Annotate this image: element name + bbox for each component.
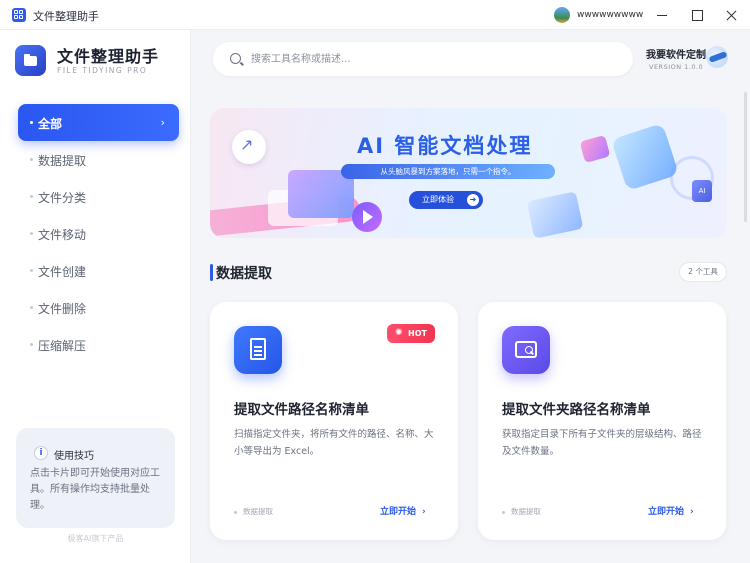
card-decoration <box>526 191 584 238</box>
card-title: 提取文件路径名称清单 <box>234 402 369 418</box>
tool-card-file-list[interactable]: ✺ HOT 提取文件路径名称清单 扫描指定文件夹，将所有文件的路径、名称、大小等… <box>210 302 458 540</box>
scrollbar[interactable] <box>744 92 747 222</box>
folder-search-icon <box>502 326 550 374</box>
user-name[interactable]: wwwwwwwww <box>577 10 643 20</box>
card-description: 获取指定目录下所有子文件夹的层级结构、路径及文件数量。 <box>502 429 702 457</box>
ai-badge-icon: AI <box>692 180 712 202</box>
bullet-icon <box>30 158 33 161</box>
nav-item-file-move[interactable]: 文件移动 <box>18 215 179 252</box>
version-label: VERSION 1.0.0 <box>649 63 704 71</box>
chevron-right-icon: › <box>160 116 165 129</box>
try-now-label: 立即体验 <box>422 195 454 204</box>
brand-name: 文件整理助手 <box>57 47 160 66</box>
bullet-icon <box>30 232 33 235</box>
bullet-icon <box>30 195 33 198</box>
document-icon <box>234 326 282 374</box>
user-avatar[interactable] <box>554 7 570 23</box>
trend-chart-icon <box>232 130 266 164</box>
hot-badge: ✺ HOT <box>387 324 435 343</box>
brand-logo-icon <box>15 45 46 76</box>
maximize-button[interactable] <box>678 0 716 30</box>
nav-item-label: 文件创建 <box>38 265 87 279</box>
nav-item-label: 文件移动 <box>38 228 87 242</box>
nav-item-file-classify[interactable]: 文件分类 <box>18 178 179 215</box>
arrow-right-icon: ➜ <box>467 194 479 206</box>
sparkle-icon: ✺ <box>395 328 403 338</box>
nav-item-label: 文件分类 <box>38 191 87 205</box>
bullet-icon <box>30 343 33 346</box>
bullet-icon <box>30 306 33 309</box>
tool-count-badge: 2 个工具 <box>679 262 727 282</box>
nav-item-label: 文件删除 <box>38 302 87 316</box>
close-button[interactable] <box>712 0 750 30</box>
tips-title: 使用技巧 <box>54 451 94 462</box>
tool-card-folder-list[interactable]: 提取文件夹路径名称清单 获取指定目录下所有子文件夹的层级结构、路径及文件数量。 … <box>478 302 726 540</box>
start-button[interactable]: 立即开始 › <box>648 504 694 517</box>
search-icon <box>230 53 241 64</box>
banner-subtitle: 从头脑风暴到方案落地，只需一个指令。 <box>341 164 555 179</box>
custom-software-link[interactable]: 我要软件定制 <box>646 46 706 61</box>
tips-panel: i 使用技巧 点击卡片即可开始使用对应工具。所有操作均支持批量处理。 <box>16 428 175 528</box>
title-bar: 文件整理助手 wwwwwwwww <box>0 0 750 30</box>
card-description: 扫描指定文件夹，将所有文件的路径、名称、大小等导出为 Excel。 <box>234 429 434 457</box>
app-icon <box>12 8 26 22</box>
start-button[interactable]: 立即开始 › <box>380 504 426 517</box>
nav-item-data-extract[interactable]: 数据提取 <box>18 141 179 178</box>
chevron-right-icon: › <box>690 507 694 517</box>
bullet-icon <box>30 269 33 272</box>
window-title: 文件整理助手 <box>33 10 99 23</box>
main-content: 我要软件定制 VERSION 1.0.0 AI AI 智能文档处理 从头脑风暴到… <box>191 30 750 563</box>
nav-item-file-create[interactable]: 文件创建 <box>18 252 179 289</box>
info-icon: i <box>34 446 48 460</box>
tips-text: 点击卡片即可开始使用对应工具。所有操作均支持批量处理。 <box>30 468 160 511</box>
search-bar[interactable] <box>213 42 633 76</box>
section-title: 数据提取 <box>216 266 272 282</box>
custom-software-icon[interactable] <box>706 46 728 68</box>
promo-banner[interactable]: AI AI 智能文档处理 从头脑风暴到方案落地，只需一个指令。 立即体验 ➜ <box>210 108 727 238</box>
card-title: 提取文件夹路径名称清单 <box>502 402 651 418</box>
bullet-icon <box>30 121 33 124</box>
card-category: 数据提取 <box>502 506 541 517</box>
chevron-right-icon: › <box>422 507 426 517</box>
try-now-button[interactable]: 立即体验 ➜ <box>409 191 483 209</box>
paint-icon <box>579 135 611 163</box>
banner-title: AI 智能文档处理 <box>357 134 533 158</box>
nav-item-compress[interactable]: 压缩解压 <box>18 326 179 363</box>
sidebar: 文件整理助手 FILE TIDYING PRO 全部 › 数据提取 文件分类 文… <box>0 30 191 563</box>
brand-subtitle: FILE TIDYING PRO <box>57 66 148 75</box>
section-accent-bar <box>210 264 213 281</box>
category-nav: 全部 › 数据提取 文件分类 文件移动 文件创建 文件删除 压缩解压 <box>18 104 179 363</box>
nav-item-file-delete[interactable]: 文件删除 <box>18 289 179 326</box>
footer-note: 极客AI旗下产品 <box>67 534 124 543</box>
nav-item-all[interactable]: 全部 › <box>18 104 179 141</box>
minimize-button[interactable] <box>642 0 680 30</box>
nav-item-label: 全部 <box>38 117 63 131</box>
search-input[interactable] <box>251 48 621 70</box>
play-icon <box>352 202 382 232</box>
nav-item-label: 数据提取 <box>38 154 87 168</box>
hot-badge-label: HOT <box>408 329 427 338</box>
card-category: 数据提取 <box>234 506 273 517</box>
nav-item-label: 压缩解压 <box>38 339 87 353</box>
cube-decoration <box>610 122 680 192</box>
